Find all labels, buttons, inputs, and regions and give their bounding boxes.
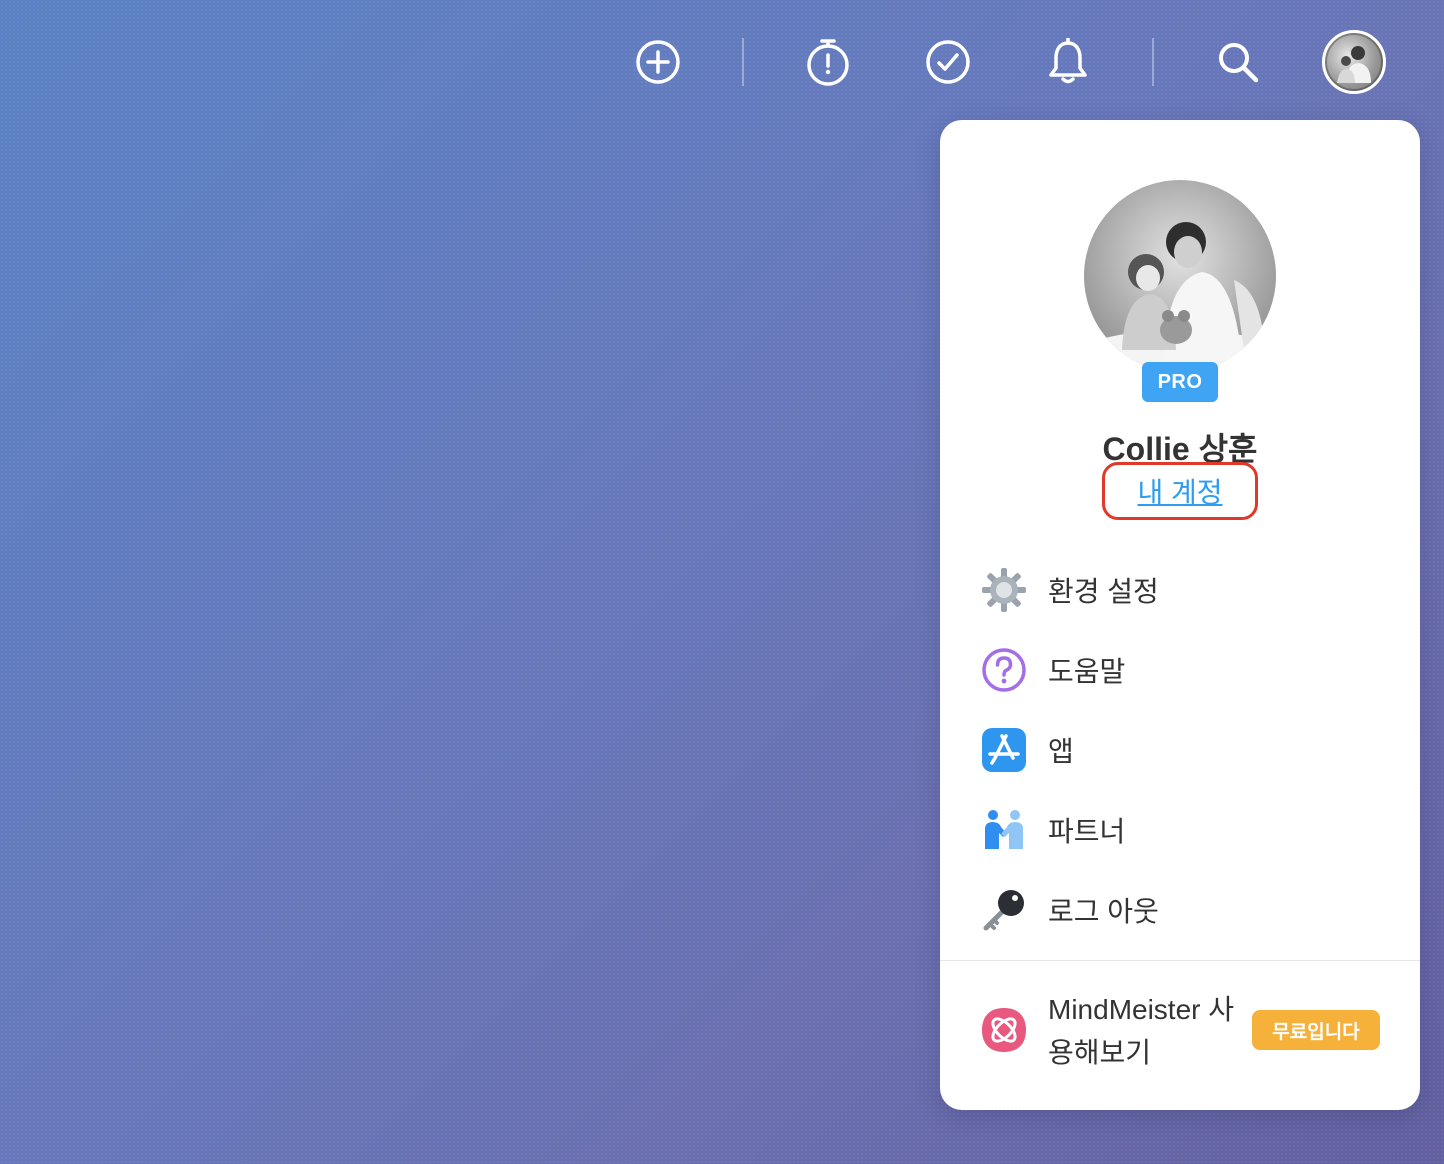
menu-divider xyxy=(940,960,1420,961)
add-icon xyxy=(636,40,680,84)
partners-icon xyxy=(980,806,1028,854)
timer-button[interactable] xyxy=(800,34,856,90)
free-badge: 무료입니다 xyxy=(1252,1010,1380,1050)
promo-text: MindMeister 사용해보기 xyxy=(1048,994,1235,1068)
menu-item-apps[interactable]: 앱 xyxy=(980,722,1380,778)
account-dropdown: PRO Collie 상훈 내 계정 환경 설정 도움말 앱 파트너 로그 아웃… xyxy=(940,120,1420,1110)
tasks-button[interactable] xyxy=(920,34,976,90)
help-icon xyxy=(980,646,1028,694)
key-icon xyxy=(980,886,1028,934)
menu-item-label: 로그 아웃 xyxy=(1048,896,1159,927)
my-account-link[interactable]: 내 계정 xyxy=(1102,462,1258,520)
menu-item-label: 환경 설정 xyxy=(1048,576,1159,607)
search-icon xyxy=(1219,43,1259,83)
profile-avatar xyxy=(1084,180,1276,372)
top-toolbar xyxy=(0,0,1444,124)
menu-item-settings[interactable]: 환경 설정 xyxy=(980,562,1380,618)
mindmeister-promo[interactable]: MindMeister 사용해보기 무료입니다 xyxy=(980,986,1390,1076)
gear-icon xyxy=(980,566,1028,614)
add-button[interactable] xyxy=(630,34,686,90)
avatar-photo xyxy=(1337,46,1371,83)
menu-item-label: 파트너 xyxy=(1048,816,1126,847)
avatar[interactable] xyxy=(1322,30,1386,94)
menu-item-label: 도움말 xyxy=(1048,656,1126,687)
pro-badge: PRO xyxy=(1142,362,1218,402)
toolbar-separator xyxy=(742,38,744,86)
bell-icon xyxy=(1049,38,1087,84)
menu-item-logout[interactable]: 로그 아웃 xyxy=(980,882,1380,938)
toolbar-separator xyxy=(1152,38,1154,86)
menu-item-partners[interactable]: 파트너 xyxy=(980,802,1380,858)
profile-photo xyxy=(1084,222,1276,372)
timer-icon xyxy=(807,39,849,86)
menu-item-label: 앱 xyxy=(1048,736,1074,767)
app-store-icon xyxy=(980,726,1028,774)
menu-item-help[interactable]: 도움말 xyxy=(980,642,1380,698)
search-button[interactable] xyxy=(1210,34,1266,90)
notifications-button[interactable] xyxy=(1040,34,1096,90)
mindmeister-icon xyxy=(980,1006,1028,1059)
check-icon xyxy=(926,40,970,84)
